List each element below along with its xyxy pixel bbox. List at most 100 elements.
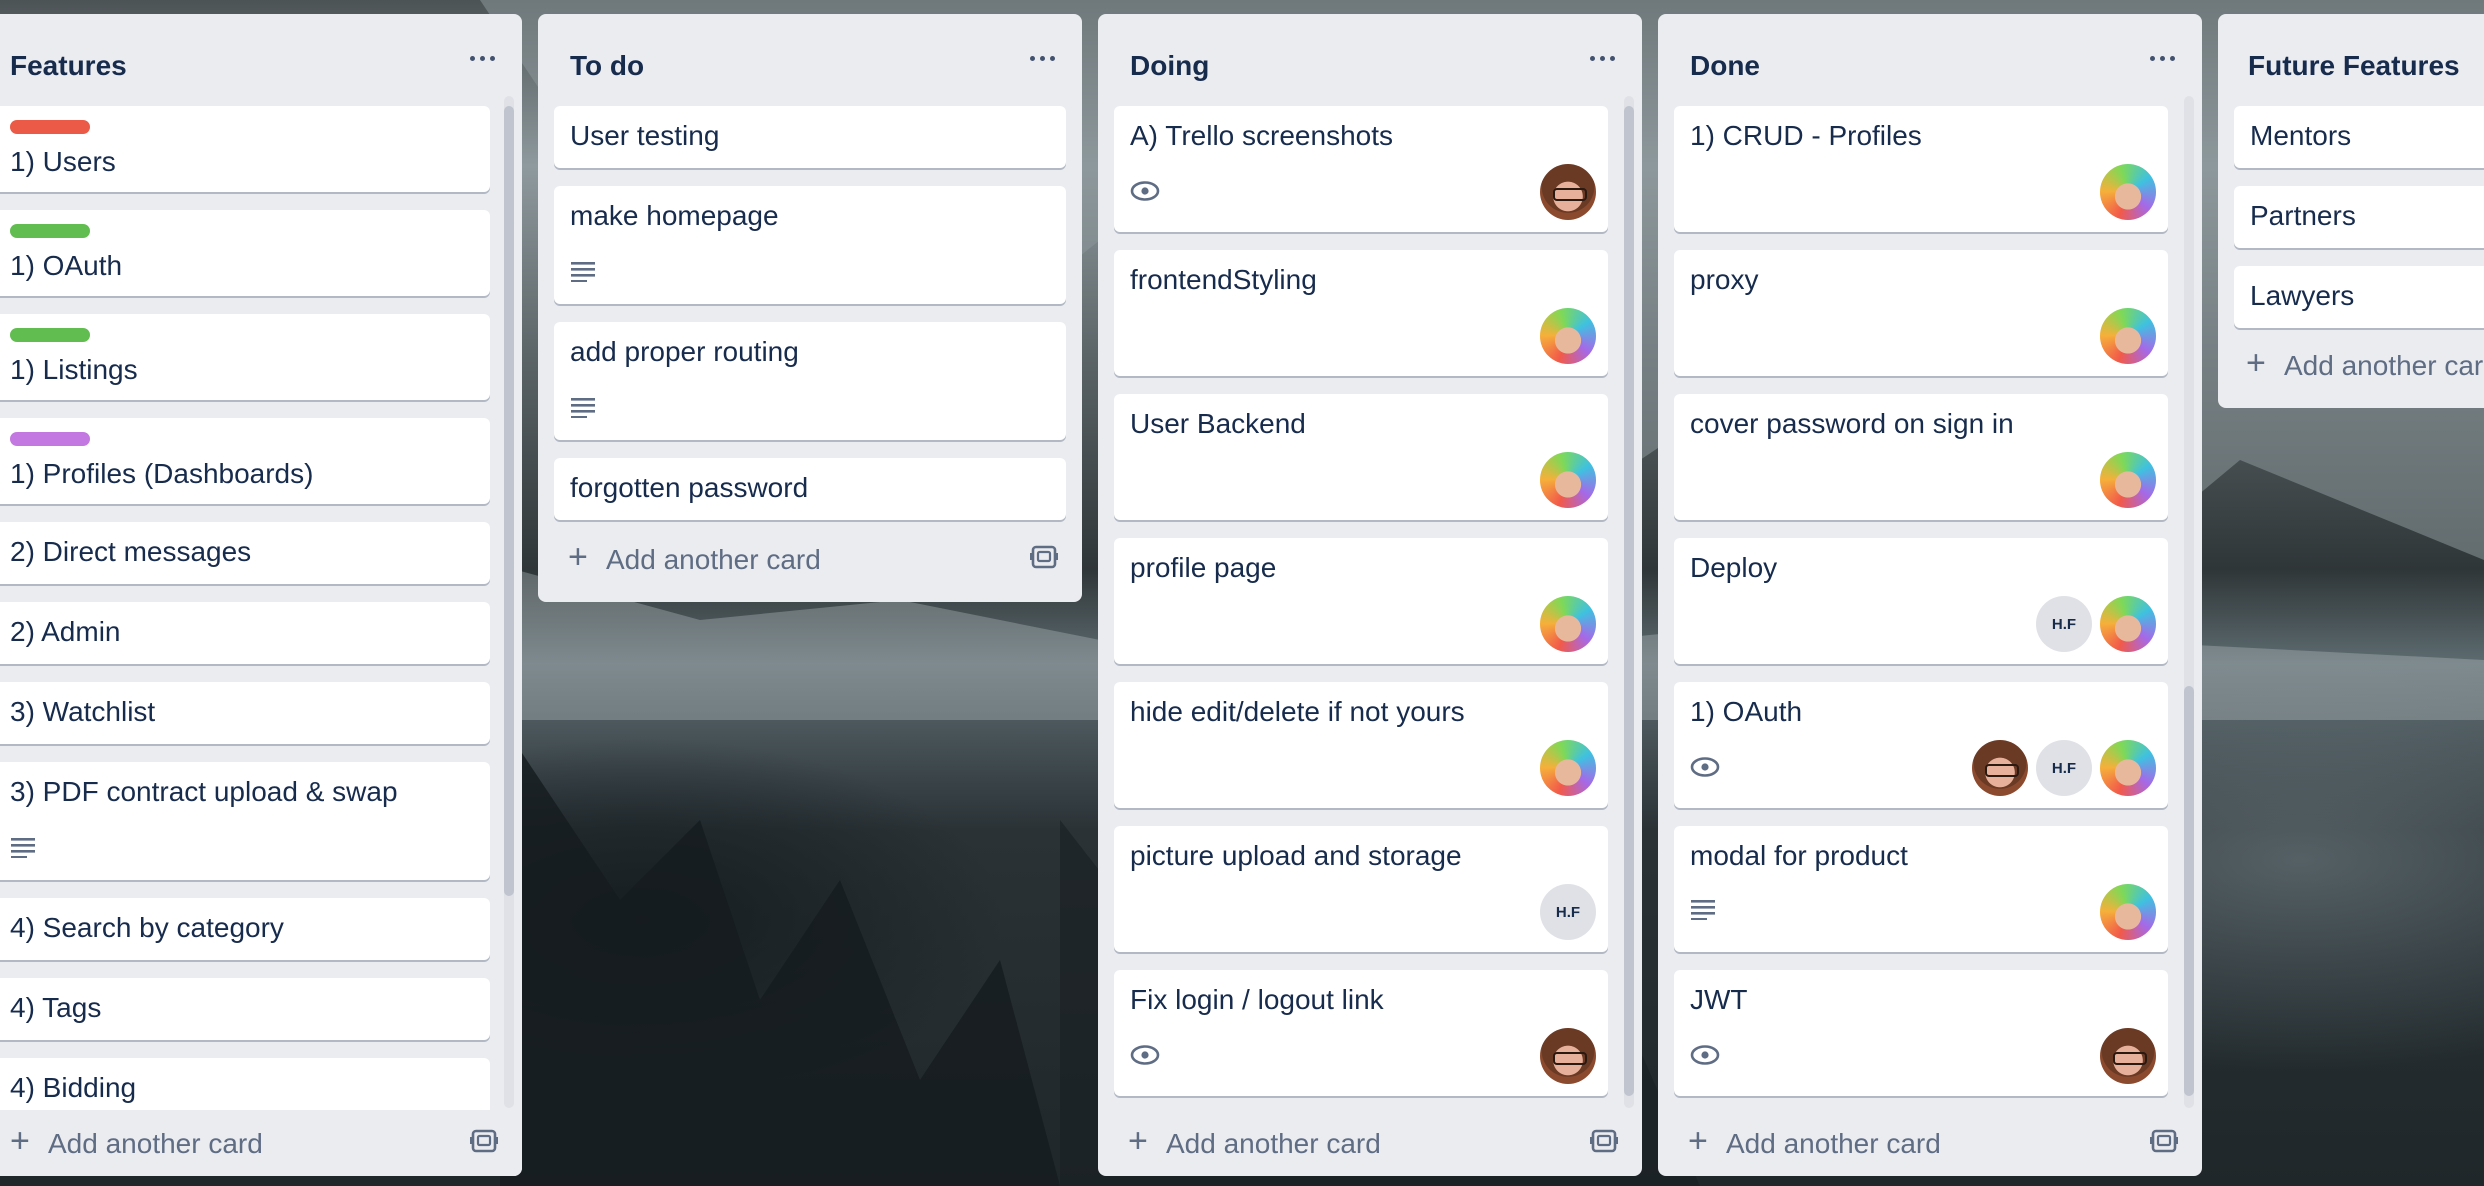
card-title: 1) Listings [10,354,138,385]
list-title[interactable]: Future Features [2248,50,2460,82]
card[interactable]: Mentors [2234,106,2484,168]
card-title: picture upload and storage [1130,840,1462,871]
member-avatar[interactable]: H.F [2036,740,2092,796]
list-header: Future Features [2218,14,2484,94]
member-avatar[interactable] [1972,740,2028,796]
card[interactable]: A) Trello screenshots [1114,106,1608,232]
card[interactable]: proxy [1674,250,2168,376]
card[interactable]: User Backend [1114,394,1608,520]
add-card-label: Add another card [1166,1128,1381,1159]
card-label-green [10,328,90,342]
card-title: 2) Admin [10,616,121,647]
card-title: 3) Watchlist [10,696,156,727]
list-menu-button[interactable] [464,42,500,74]
card-title: Mentors [2250,120,2352,151]
member-avatar[interactable] [1540,452,1596,508]
member-avatar[interactable] [2100,884,2156,940]
card[interactable]: profile page [1114,538,1608,664]
member-avatar[interactable] [2100,452,2156,508]
list-scrollbar[interactable] [1624,96,1634,1108]
member-avatar[interactable] [1540,596,1596,652]
member-avatar[interactable]: H.F [1540,884,1596,940]
card[interactable]: cover password on sign in [1674,394,2168,520]
description-icon [571,398,595,418]
list-scrollbar[interactable] [504,96,514,1108]
member-avatar[interactable] [2100,1028,2156,1084]
card[interactable]: make homepage [554,186,1066,304]
add-card-button[interactable]: + Add another card [1684,1118,2178,1168]
list-title[interactable]: Features [10,50,127,82]
add-card-button[interactable]: + Add another card [564,534,1058,584]
list-header: Done [1658,14,2202,94]
card[interactable]: 1) Listings [0,314,490,400]
card[interactable]: 1) OAuth H.F [1674,682,2168,808]
card[interactable]: add proper routing [554,322,1066,440]
list-title[interactable]: To do [570,50,644,82]
card[interactable]: 1) Profiles (Dashboards) [0,418,490,504]
card[interactable]: Deploy H.F [1674,538,2168,664]
card[interactable]: 1) OAuth [0,210,490,296]
scrollbar-thumb[interactable] [1624,106,1634,1096]
card[interactable]: picture upload and storage H.F [1114,826,1608,952]
member-avatar[interactable] [2100,596,2156,652]
member-avatar[interactable] [1540,308,1596,364]
card[interactable]: forgotten password [554,458,1066,520]
add-card-button[interactable]: + Add another card [1124,1118,1618,1168]
plus-icon: + [2246,344,2266,382]
scrollbar-thumb[interactable] [2184,686,2194,1096]
plus-icon: + [10,1122,30,1160]
list-header: Features [0,14,522,94]
card-title: 1) Users [10,146,116,177]
member-avatar[interactable] [2100,308,2156,364]
card[interactable]: 4) Tags [0,978,490,1040]
card[interactable]: JWT [1674,970,2168,1096]
card[interactable]: Partners [2234,186,2484,248]
card-title: A) Trello screenshots [1130,120,1393,151]
list-scrollbar[interactable] [2184,96,2194,1108]
member-avatar[interactable] [2100,740,2156,796]
member-avatar[interactable]: H.F [2036,596,2092,652]
list-menu-button[interactable] [1024,42,1060,74]
card[interactable]: 1) Users [0,106,490,192]
card-template-icon[interactable] [470,1128,498,1154]
card-title: cover password on sign in [1690,408,2014,439]
card[interactable]: User testing [554,106,1066,168]
card-title: forgotten password [570,472,809,503]
list-title[interactable]: Done [1690,50,1760,82]
member-avatar[interactable] [1540,1028,1596,1084]
card[interactable]: 2) Admin [0,602,490,664]
card[interactable]: hide edit/delete if not yours [1114,682,1608,808]
card-template-icon[interactable] [1030,544,1058,570]
card[interactable]: 4) Search by category [0,898,490,960]
list-features: Features 1) Users 1) OAuth 1) Listings 1… [0,14,522,1176]
card-title: 1) Profiles (Dashboards) [10,458,314,489]
card-title: add proper routing [570,336,799,367]
member-avatar[interactable] [1540,164,1596,220]
card-title: 3) PDF contract upload & swap [10,776,398,807]
card[interactable]: 3) PDF contract upload & swap [0,762,490,880]
watch-icon [1130,181,1160,201]
member-avatar[interactable] [1540,740,1596,796]
card-title: 4) Tags [10,992,102,1023]
card-title: modal for product [1690,840,1908,871]
list-title[interactable]: Doing [1130,50,1209,82]
card[interactable]: Fix login / logout link [1114,970,1608,1096]
card-template-icon[interactable] [2150,1128,2178,1154]
list-menu-button[interactable] [2144,42,2180,74]
list-menu-button[interactable] [1584,42,1620,74]
card[interactable]: 3) Watchlist [0,682,490,744]
member-avatar[interactable] [2100,164,2156,220]
add-card-button[interactable]: + Add another card [6,1118,498,1168]
card[interactable]: modal for product [1674,826,2168,952]
card-template-icon[interactable] [1590,1128,1618,1154]
card-title: profile page [1130,552,1277,583]
card[interactable]: Lawyers [2234,266,2484,328]
scrollbar-thumb[interactable] [504,106,514,896]
card[interactable]: 2) Direct messages [0,522,490,584]
card-title: User testing [570,120,720,151]
watch-icon [1130,1045,1160,1065]
card[interactable]: 1) CRUD - Profiles [1674,106,2168,232]
card[interactable]: frontendStyling [1114,250,1608,376]
card-title: 1) OAuth [1690,696,1803,727]
add-card-button[interactable]: + Add another card [2242,340,2484,390]
